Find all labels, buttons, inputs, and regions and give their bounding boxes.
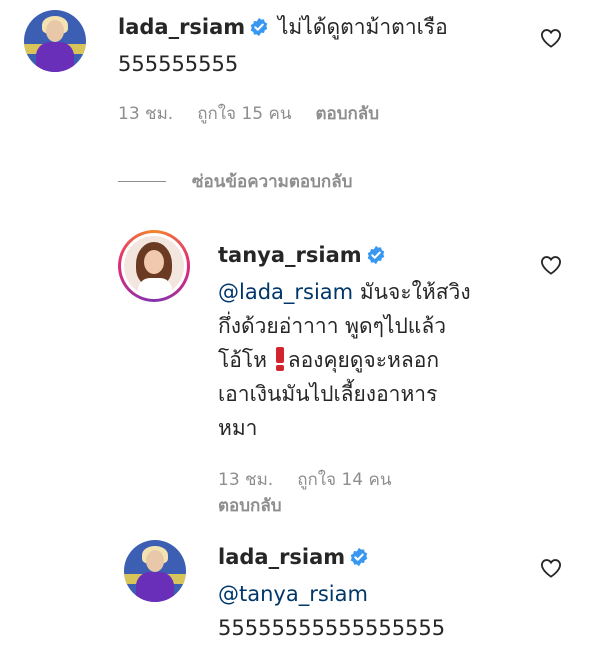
red-exclamation-icon xyxy=(274,347,286,371)
comment-time[interactable]: 13 ชม. xyxy=(118,104,173,124)
comment-meta-reply: ตอบกลับ xyxy=(218,493,471,519)
hide-replies-label: ซ่อนข้อความตอบกลับ xyxy=(192,172,353,192)
comment-text: เอาเงินมันไปเลี้ยงอาหาร xyxy=(218,382,438,406)
comment-meta: 13 ชม. ถูกใจ 15 คน ตอบกลับ xyxy=(118,101,448,127)
comment-meta: 13 ชม. ถูกใจ 14 คน xyxy=(218,467,471,493)
divider xyxy=(118,181,166,182)
avatar[interactable] xyxy=(24,10,86,72)
mention-link[interactable]: @lada_rsiam xyxy=(218,280,353,304)
comment-body: lada_rsiam ไม่ได้ดูตาม้าตาเรือ 555555555… xyxy=(118,10,448,127)
verified-badge-icon xyxy=(349,543,369,577)
heart-icon[interactable] xyxy=(540,28,562,52)
heart-icon[interactable] xyxy=(540,255,562,279)
hide-replies-button[interactable]: ซ่อนข้อความตอบกลับ xyxy=(118,168,352,195)
comment-text: 55555555555555555 xyxy=(218,616,446,640)
comment-body: tanya_rsiam @lada_rsiam มันจะให้สวิง กึ่… xyxy=(218,238,471,519)
comment-lada-2: lada_rsiam @tanya_rsiam 5555555555555555… xyxy=(124,540,445,645)
comment-text: 555555555 xyxy=(118,52,239,76)
comment-likes[interactable]: ถูกใจ 15 คน xyxy=(197,104,291,124)
comment-tanya: tanya_rsiam @lada_rsiam มันจะให้สวิง กึ่… xyxy=(118,230,471,519)
comment-text: หมา xyxy=(218,416,258,440)
mention-link[interactable]: @tanya_rsiam xyxy=(218,577,445,611)
verified-badge-icon xyxy=(249,13,269,47)
comment-text: มันจะให้สวิง xyxy=(359,280,471,304)
comment-body: lada_rsiam @tanya_rsiam 5555555555555555… xyxy=(218,540,445,645)
comment-text: กึ่งด้วยอ่าาาา พูดๆไปแล้ว xyxy=(218,314,447,338)
comment-username[interactable]: tanya_rsiam xyxy=(218,243,362,267)
reply-button[interactable]: ตอบกลับ xyxy=(315,104,379,124)
comment-text: ไม่ได้ดูตาม้าตาเรือ xyxy=(277,15,448,39)
avatar[interactable] xyxy=(118,230,190,302)
comment-username[interactable]: lada_rsiam xyxy=(218,545,345,569)
reply-button[interactable]: ตอบกลับ xyxy=(218,496,282,516)
comments-thread: lada_rsiam ไม่ได้ดูตาม้าตาเรือ 555555555… xyxy=(0,0,600,650)
comment-text: ลองคุยดูจะหลอก xyxy=(287,348,440,372)
comment-username[interactable]: lada_rsiam xyxy=(118,15,245,39)
comment-text: โอ้โห xyxy=(218,348,268,372)
verified-badge-icon xyxy=(366,241,386,275)
comment-likes[interactable]: ถูกใจ 14 คน xyxy=(297,470,391,490)
comment-time[interactable]: 13 ชม. xyxy=(218,470,273,490)
comment-lada-1: lada_rsiam ไม่ได้ดูตาม้าตาเรือ 555555555… xyxy=(24,10,448,127)
heart-icon[interactable] xyxy=(540,558,562,582)
avatar[interactable] xyxy=(124,540,186,602)
